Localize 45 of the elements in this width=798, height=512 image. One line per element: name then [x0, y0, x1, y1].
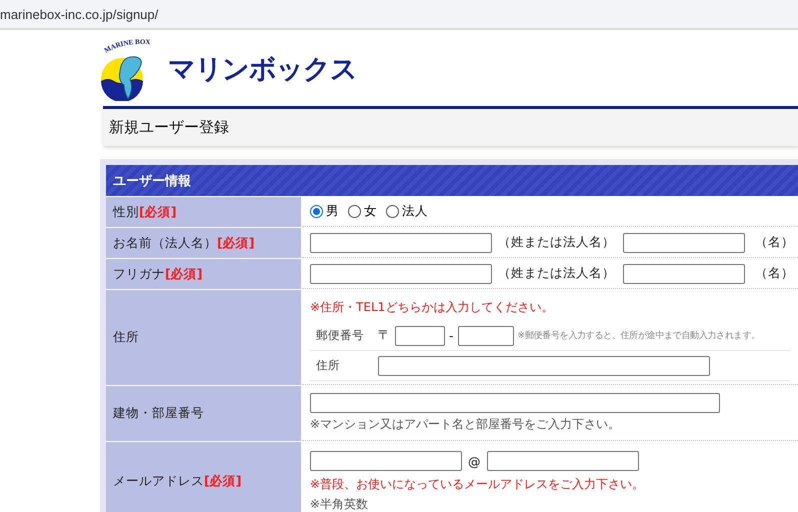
at-sign: @	[468, 454, 480, 468]
radio-label: 男	[326, 203, 339, 220]
required-mark: [必須]	[165, 266, 202, 282]
input-field[interactable]	[310, 232, 492, 252]
radio-label: 女	[364, 203, 377, 220]
input-field[interactable]	[310, 451, 462, 471]
page-title: 新規ユーザー登録	[109, 118, 229, 137]
field-label: 建物・部屋番号	[113, 405, 204, 422]
url-text: marinebox-inc.co.jp/signup/	[0, 6, 158, 22]
radio-button[interactable]	[348, 205, 361, 218]
input-field[interactable]	[486, 451, 638, 471]
field-caption: （姓または法人名）	[498, 234, 615, 251]
address-label: 住所	[316, 358, 341, 373]
address-bar[interactable]: marinebox-inc.co.jp/signup/	[0, 0, 798, 30]
warning-text: ※普段、お使いになっているメールアドレスをご入力下さい。	[310, 476, 646, 492]
field-label: フリガナ	[113, 266, 165, 282]
radio-button[interactable]	[386, 205, 399, 218]
hint-text: ※マンション又はアパート名と部屋番号をご入力下さい。	[310, 416, 622, 433]
required-mark: [必須]	[217, 234, 254, 252]
required-mark: [必須]	[139, 204, 176, 220]
field-label: メールアドレス	[113, 473, 204, 490]
input-field[interactable]	[395, 326, 445, 346]
field-label: 性別	[113, 204, 139, 220]
field-label: 住所	[113, 329, 139, 346]
warning-text: ※住所・TEL1どちらかは入力してください。	[310, 298, 554, 316]
postal-dash: -	[449, 328, 454, 343]
input-field[interactable]	[458, 326, 514, 346]
required-mark: [必須]	[204, 473, 242, 490]
logo-wordmark: マリンボックス	[168, 53, 357, 87]
field-caption: （名）	[755, 234, 794, 251]
input-field[interactable]	[378, 356, 710, 376]
radio-button[interactable]	[310, 205, 323, 218]
section-title: ユーザー情報	[113, 172, 191, 190]
radio-label: 法人	[402, 203, 428, 220]
input-field[interactable]	[623, 232, 745, 252]
input-field[interactable]	[310, 264, 492, 284]
field-caption: （姓または法人名）	[498, 265, 615, 282]
field-caption: （名）	[755, 265, 794, 282]
input-field[interactable]	[310, 393, 720, 413]
hint-text: ※半角英数	[310, 496, 370, 512]
postal-code-label: 郵便番号	[316, 328, 365, 343]
input-field[interactable]	[623, 264, 745, 284]
field-label: お名前（法人名）	[113, 234, 217, 252]
postal-mark: 〒	[378, 327, 391, 344]
postal-note: ※郵便番号を入力すると、住所が途中まで自動入力されます。	[518, 330, 760, 342]
